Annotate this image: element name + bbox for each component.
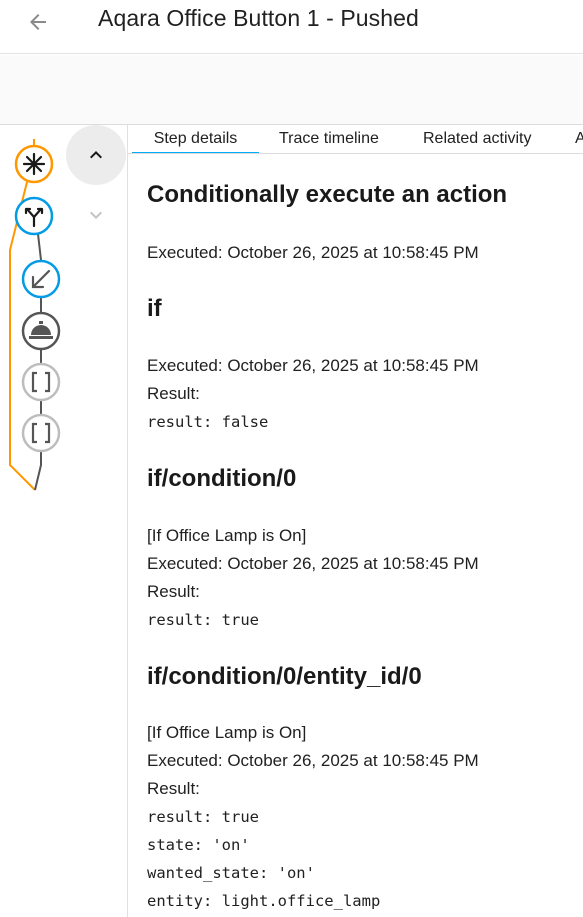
next-step-button[interactable] — [80, 199, 112, 231]
step-executed: Executed: October 26, 2025 at 10:58:45 P… — [147, 243, 479, 262]
result-line: wanted_state: 'on' — [147, 864, 315, 882]
result-line: result: true — [147, 808, 259, 826]
previous-step-button[interactable] — [66, 125, 126, 185]
trace-node-action[interactable] — [21, 259, 61, 299]
section-title: if — [147, 295, 162, 322]
asterisk-icon — [22, 152, 46, 176]
section-executed: Executed: October 26, 2025 at 10:58:45 P… — [147, 751, 479, 770]
chevron-down-icon — [90, 211, 102, 219]
result-line: state: 'on' — [147, 836, 250, 854]
section-result-label: Result: — [147, 384, 200, 403]
tab-trace-timeline[interactable]: Trace timeline — [279, 125, 379, 153]
section-title: if/condition/0/entity_id/0 — [147, 663, 422, 690]
toolbar-area — [0, 55, 583, 125]
section-result-label: Result: — [147, 582, 200, 601]
section-title: if/condition/0 — [147, 465, 297, 492]
section-result-label: Result: — [147, 779, 200, 798]
trace-connector — [37, 233, 42, 261]
trace-node-idle-1[interactable] — [21, 362, 61, 402]
arrow-left-icon — [30, 14, 46, 30]
result-line: entity: light.office_lamp — [147, 892, 381, 910]
section-executed: Executed: October 26, 2025 at 10:58:45 P… — [147, 356, 479, 375]
panel-divider — [127, 125, 128, 917]
tab-automation-config[interactable]: A — [575, 125, 583, 153]
trace-node-service[interactable] — [21, 311, 61, 351]
page-title: Aqara Office Button 1 - Pushed — [98, 5, 419, 31]
section-note: [If Office Lamp is On] — [147, 723, 307, 742]
trace-graph — [0, 125, 66, 917]
trace-node-idle-2[interactable] — [21, 413, 61, 453]
step-heading: Conditionally execute an action — [147, 181, 508, 208]
trace-node-if[interactable] — [14, 196, 54, 236]
back-button[interactable] — [20, 4, 56, 40]
tab-bar: Step details Trace timeline Related acti… — [128, 125, 583, 154]
top-app-bar: Aqara Office Button 1 - Pushed — [0, 0, 583, 54]
result-line: result: true — [147, 611, 259, 629]
trace-node-trigger[interactable] — [14, 144, 54, 184]
trace-connector — [34, 452, 42, 491]
step-navigation — [66, 125, 127, 917]
tab-related-activity[interactable]: Related activity — [423, 125, 532, 153]
chevron-up-icon — [90, 151, 102, 159]
section-note: [If Office Lamp is On] — [147, 526, 307, 545]
tab-step-details[interactable]: Step details — [132, 125, 259, 153]
result-line: result: false — [147, 413, 269, 431]
section-executed: Executed: October 26, 2025 at 10:58:45 P… — [147, 554, 479, 573]
